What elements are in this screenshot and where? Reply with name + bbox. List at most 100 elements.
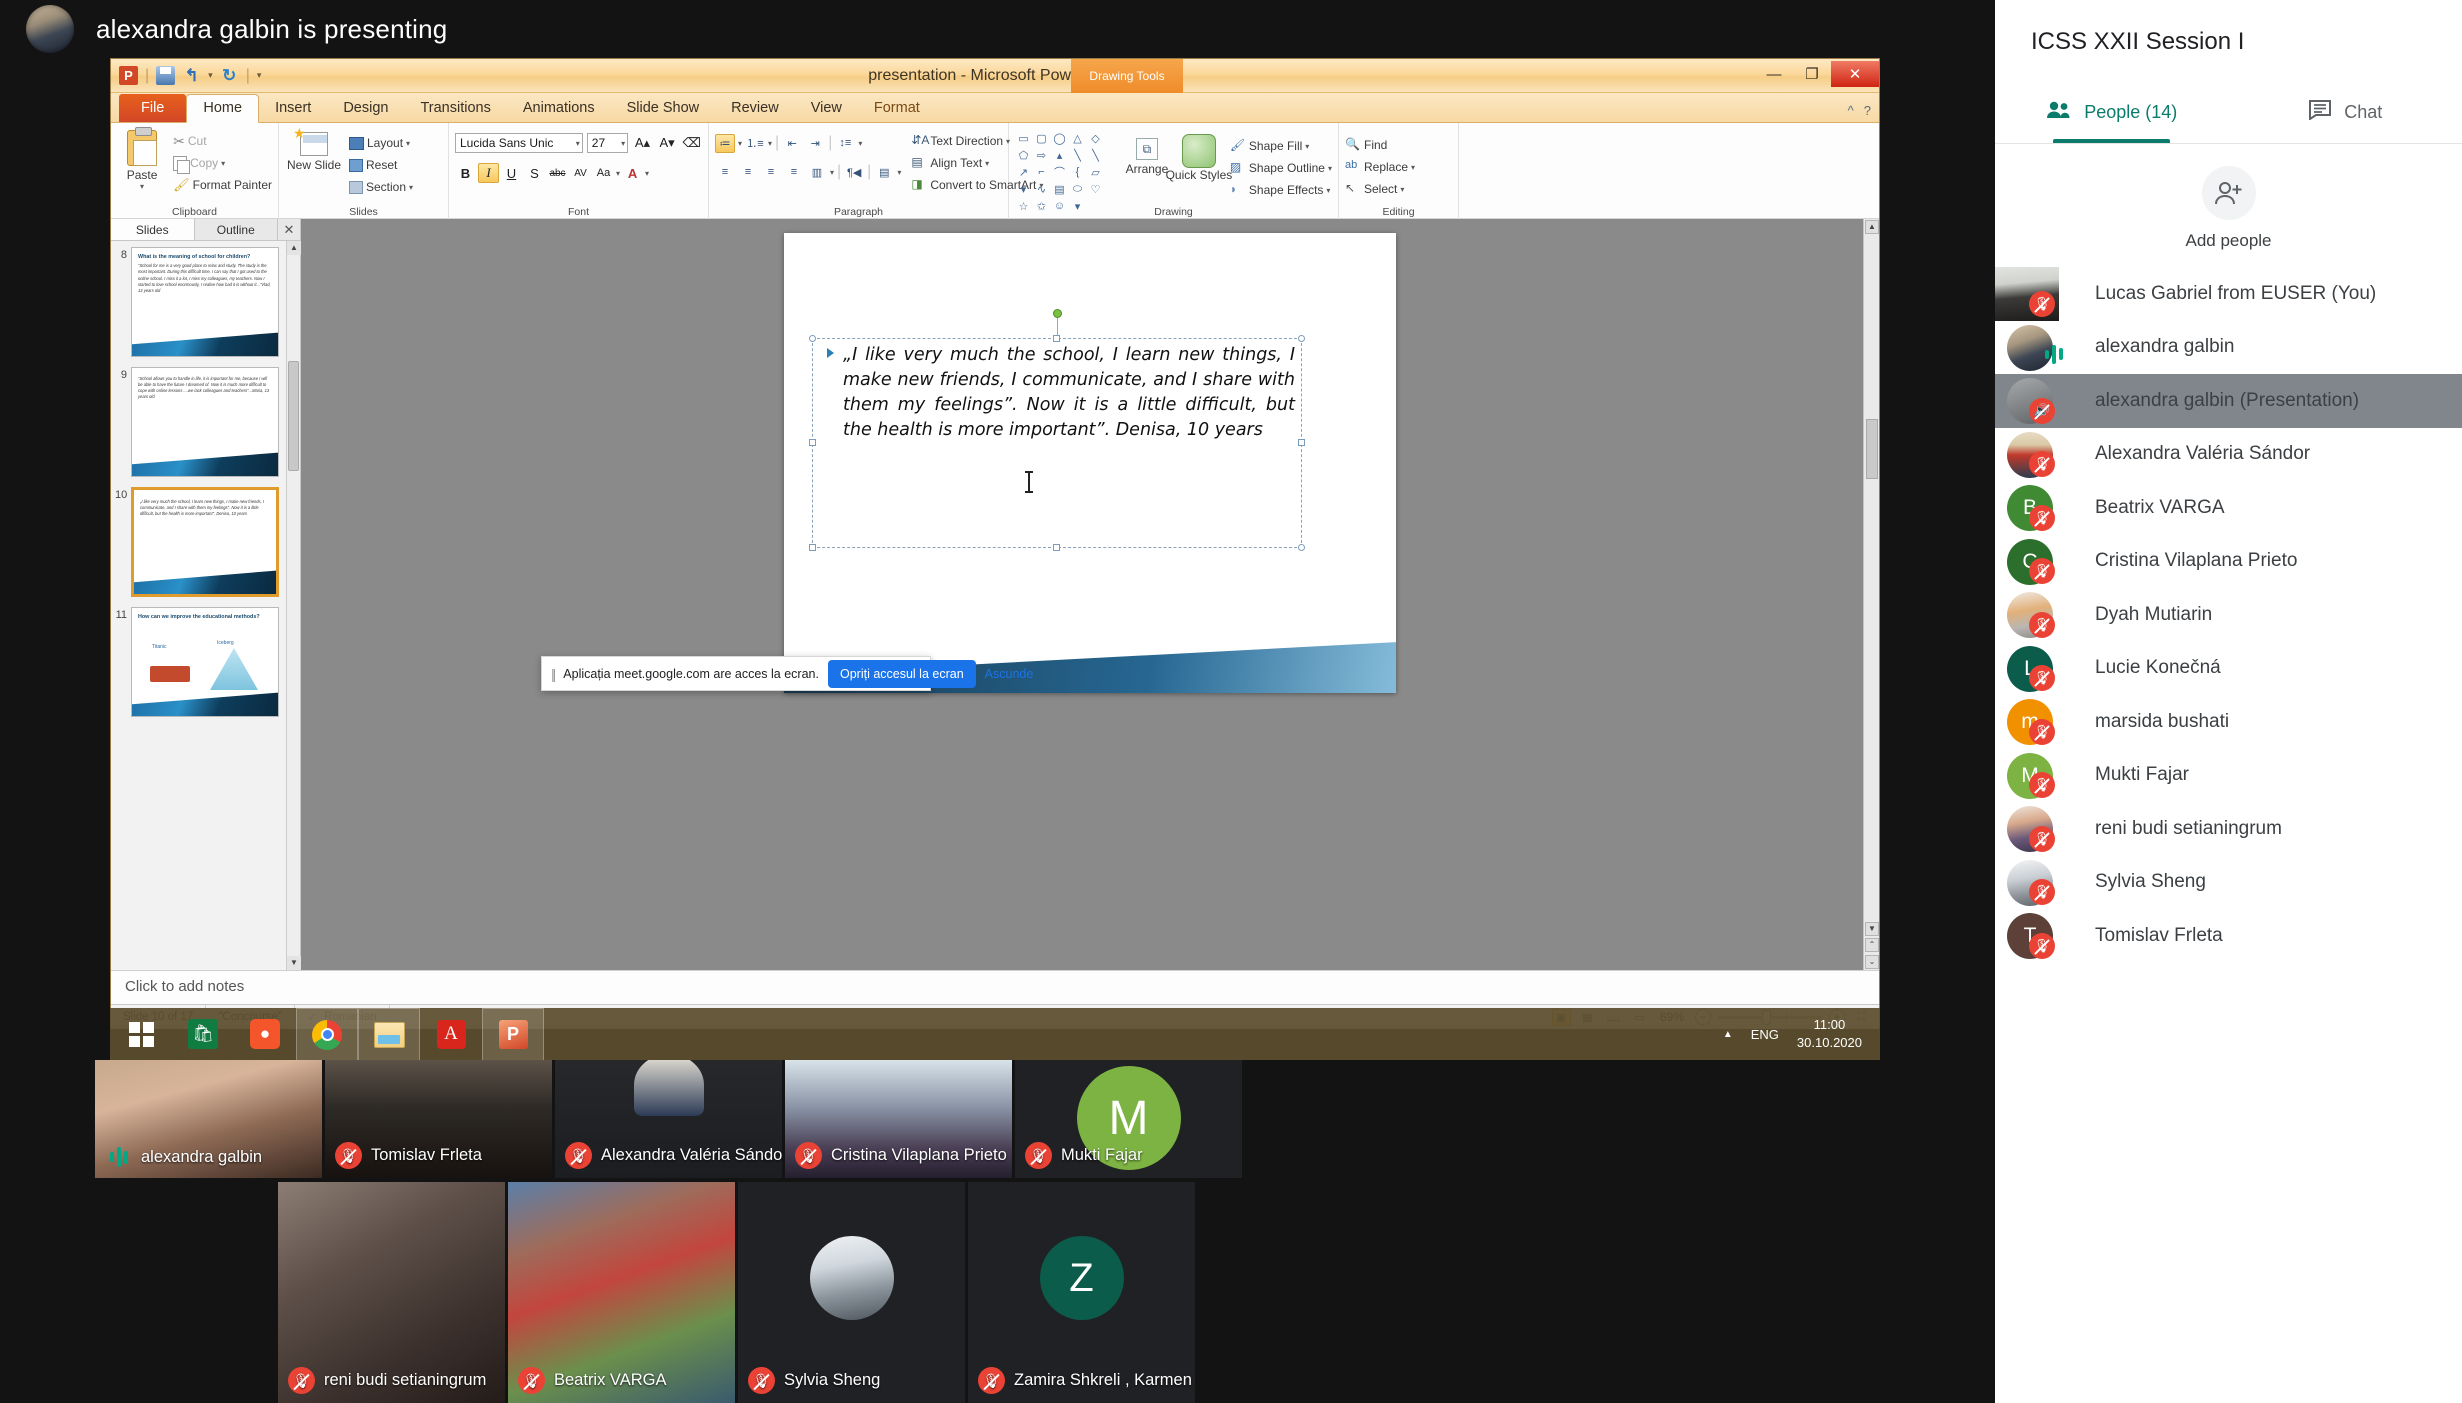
shape-bracket[interactable]: { xyxy=(1069,164,1086,180)
paste-icon[interactable] xyxy=(127,130,157,166)
shape-outline-label[interactable]: Shape Outline xyxy=(1249,161,1325,175)
shapes-gallery[interactable]: ▭▢ ◯△ ◇⬠ ⇨▴ ╲╲ ↗⌐ ⌒{ ▱▾ ∿▤ ⬭♡ ☆✩ ☺▾ xyxy=(1015,130,1119,214)
tab-animations[interactable]: Animations xyxy=(507,95,611,122)
character-spacing-button[interactable]: AV xyxy=(570,163,591,183)
store-icon[interactable]: 🛍 xyxy=(172,1008,234,1060)
shape-freeform[interactable]: ∿ xyxy=(1033,181,1050,197)
language-indicator[interactable]: ENG xyxy=(1751,1027,1779,1042)
participant-row-tomislav-frleta[interactable]: T 🎙 Tomislav Frleta xyxy=(1995,909,2462,963)
participant-row-reni-budi-setianingrum[interactable]: 🎙 reni budi setianingrum xyxy=(1995,802,2462,856)
underline-button[interactable]: U xyxy=(501,163,522,183)
tab-home[interactable]: Home xyxy=(186,94,259,123)
change-case-dropdown-icon[interactable]: ▾ xyxy=(616,169,620,178)
resize-handle-ml[interactable] xyxy=(809,439,816,446)
save-icon[interactable] xyxy=(156,66,175,85)
copy-label[interactable]: Copy xyxy=(190,156,218,170)
canvas-scroll-up-icon[interactable]: ▲ xyxy=(1865,220,1879,234)
drag-handle-icon[interactable]: || xyxy=(551,666,554,682)
scroll-down-icon[interactable]: ▼ xyxy=(287,956,301,970)
numbering-button[interactable]: ⒈≡ xyxy=(745,134,765,153)
tab-outline[interactable]: Outline xyxy=(195,219,279,240)
participant-row-cristina-vilaplana-prieto[interactable]: C 🎙 Cristina Vilaplana Prieto xyxy=(1995,535,2462,589)
tab-review[interactable]: Review xyxy=(715,95,795,122)
sidebar-tabs[interactable]: People (14) Chat xyxy=(1995,86,2462,144)
help-icon[interactable]: ? xyxy=(1864,103,1871,118)
shape-line2[interactable]: ╲ xyxy=(1087,147,1104,163)
restore-button[interactable]: ❐ xyxy=(1793,61,1831,87)
next-slide-icon[interactable]: ⌄ xyxy=(1865,955,1879,969)
shape-heart[interactable]: ♡ xyxy=(1087,181,1104,197)
line-spacing-dropdown-icon[interactable]: ▾ xyxy=(858,139,862,148)
paste-dropdown-icon[interactable]: ▾ xyxy=(140,182,144,191)
line-spacing-button[interactable]: ↕≡ xyxy=(835,134,855,153)
thumbnail-slide-10-selected[interactable]: „I like very much the school, I learn ne… xyxy=(131,487,279,597)
cut-label[interactable]: Cut xyxy=(188,134,207,148)
chrome-icon[interactable] xyxy=(296,1008,358,1060)
columns-dropdown-icon[interactable]: ▾ xyxy=(830,168,834,177)
participant-row-marsida-bushati[interactable]: m 🎙 marsida bushati xyxy=(1995,695,2462,749)
thumbnail-list[interactable]: 8 What is the meaning of school for chil… xyxy=(111,241,300,733)
participant-row-beatrix-varga[interactable]: B 🎙 Beatrix VARGA xyxy=(1995,481,2462,535)
clear-formatting-icon[interactable]: ⌫ xyxy=(681,133,702,153)
video-tile-alexandra-galbin[interactable]: alexandra galbin xyxy=(95,1060,322,1178)
file-explorer-icon[interactable] xyxy=(358,1008,420,1060)
shape-callout[interactable]: ▱ xyxy=(1087,164,1104,180)
resize-handle-bc[interactable] xyxy=(1053,544,1060,551)
align-right-button[interactable]: ≡ xyxy=(761,163,781,182)
text-direction-label[interactable]: Text Direction xyxy=(930,134,1003,148)
video-tile-beatrix-varga[interactable]: 🎙 Beatrix VARGA xyxy=(508,1182,735,1403)
ribbon-tabs[interactable]: File Home Insert Design Transitions Anim… xyxy=(111,93,1879,123)
format-painter-label[interactable]: Format Painter xyxy=(193,178,272,192)
participant-list[interactable]: 🎙 Lucas Gabriel from EUSER (You) alexand… xyxy=(1995,267,2462,963)
shape-diamond[interactable]: ◇ xyxy=(1087,130,1104,146)
change-case-button[interactable]: Aa xyxy=(593,163,614,183)
shape-rect[interactable]: ▭ xyxy=(1015,130,1032,146)
shape-line[interactable]: ╲ xyxy=(1069,147,1086,163)
tab-file[interactable]: File xyxy=(119,94,186,122)
shapes-scroll-up[interactable]: ▴ xyxy=(1051,147,1068,163)
bullets-button[interactable]: ≔ xyxy=(715,134,735,153)
select-label[interactable]: Select xyxy=(1364,182,1397,196)
shape-connector[interactable]: ⌐ xyxy=(1033,164,1050,180)
stop-sharing-button[interactable]: Opriți accesul la ecran xyxy=(828,660,976,688)
tab-view[interactable]: View xyxy=(795,95,858,122)
section-label[interactable]: Section xyxy=(366,180,406,194)
new-slide-label[interactable]: New Slide xyxy=(287,159,341,172)
strikethrough-button[interactable]: abc xyxy=(547,163,568,183)
thumbnail-scrollbar[interactable]: ▲ ▼ xyxy=(286,241,300,970)
section-dropdown-icon[interactable]: ▾ xyxy=(409,183,413,192)
hide-notification-button[interactable]: Ascunde xyxy=(985,667,1034,681)
shape-cube[interactable]: ▤ xyxy=(1051,181,1068,197)
shapes-scroll-down[interactable]: ▾ xyxy=(1015,181,1032,197)
tray-expand-icon[interactable]: ▲ xyxy=(1723,1029,1733,1040)
tab-chat[interactable]: Chat xyxy=(2229,86,2462,143)
copy-dropdown-icon[interactable]: ▾ xyxy=(221,159,225,168)
tab-insert[interactable]: Insert xyxy=(259,95,327,122)
tab-slides-thumbnails[interactable]: Slides xyxy=(111,219,195,240)
slide-body-text[interactable]: „I like very much the school, I learn ne… xyxy=(813,339,1301,442)
system-tray[interactable]: ▲ ENG 11:00 30.10.2020 xyxy=(1723,1016,1880,1051)
shape-effects-label[interactable]: Shape Effects xyxy=(1249,183,1324,197)
text-shadow-button[interactable]: S xyxy=(524,163,545,183)
video-tile-reni-budi-setianingrum[interactable]: 🎙 reni budi setianingrum xyxy=(278,1182,505,1403)
participant-row-lucie-konecna[interactable]: L 🎙 Lucie Konečná xyxy=(1995,642,2462,696)
find-label[interactable]: Find xyxy=(1364,138,1387,152)
canvas-scroll-down-icon[interactable]: ▼ xyxy=(1865,922,1879,936)
resize-handle-bl[interactable] xyxy=(809,544,816,551)
resize-handle-mr[interactable] xyxy=(1298,439,1305,446)
media-player-icon[interactable]: ● xyxy=(234,1008,296,1060)
resize-handle-tc[interactable] xyxy=(1053,335,1060,342)
tab-slide-show[interactable]: Slide Show xyxy=(611,95,716,122)
align-left-button[interactable]: ≡ xyxy=(715,163,735,182)
shape-fill-label[interactable]: Shape Fill xyxy=(1249,139,1302,153)
collapse-ribbon-icon[interactable]: ^ xyxy=(1848,103,1854,118)
redo-icon[interactable]: ↻ xyxy=(220,66,239,85)
close-button[interactable]: ✕ xyxy=(1831,61,1879,87)
notes-pane[interactable]: Click to add notes xyxy=(111,970,1879,1004)
participant-row-alexandra-galbin[interactable]: alexandra galbin xyxy=(1995,321,2462,375)
video-tile-sylvia-sheng[interactable]: 🎙 Sylvia Sheng xyxy=(738,1182,965,1403)
numbering-dropdown-icon[interactable]: ▾ xyxy=(768,139,772,148)
shape-curve[interactable]: ⌒ xyxy=(1051,164,1068,180)
video-tile-cristina-vilaplana-prieto[interactable]: 🎙 Cristina Vilaplana Prieto xyxy=(785,1060,1012,1178)
add-people-button[interactable]: Add people xyxy=(1995,144,2462,267)
